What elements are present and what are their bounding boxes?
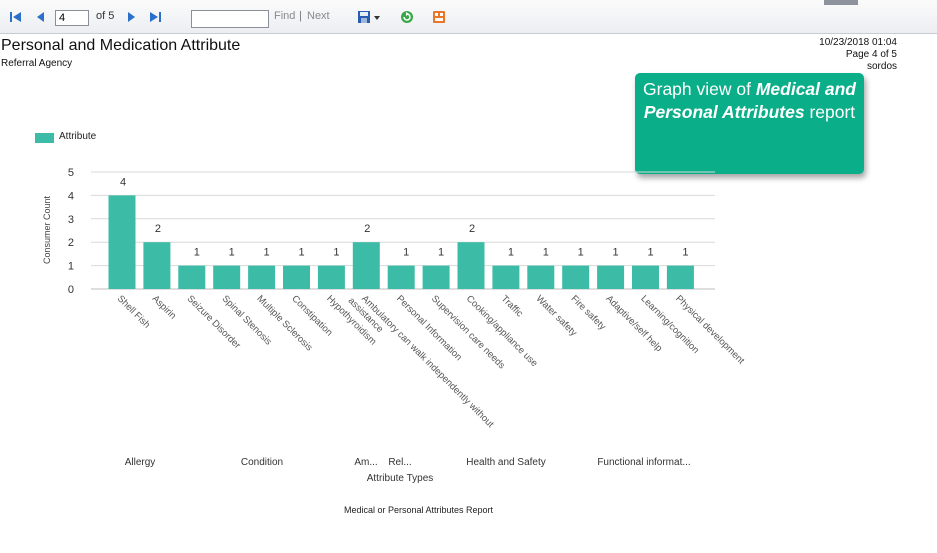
x-tick-label: Traffic [499,293,525,319]
bar-data-label: 1 [438,247,444,259]
chart-bar [248,265,276,289]
chart-bar [108,195,136,289]
y-tick-label: 1 [68,261,74,273]
y-tick-label: 0 [68,284,74,296]
category-group-label: Am... [354,457,377,468]
bar-data-label: 2 [364,223,370,235]
category-group-label: Allergy [125,457,156,468]
bar-data-label: 1 [229,247,235,259]
bar-data-label: 1 [578,247,584,259]
chart-bar [178,265,206,289]
chart-bar [283,265,310,289]
bar-data-label: 1 [264,247,270,259]
chart-bar [666,265,694,289]
bar-data-label: 1 [403,247,409,259]
bar-data-label: 1 [682,247,688,259]
chart-bar [213,265,241,289]
bar-data-label: 1 [613,247,619,259]
report-footer: Medical or Personal Attributes Report [343,505,494,515]
chart-bar [317,265,345,289]
chart-bar [387,265,415,289]
category-group-label: Condition [241,457,283,468]
x-tick-label: Aspirin [150,293,178,321]
x-tick-label: Physical development [673,293,746,366]
x-tick-label: Shell Fish [115,293,152,330]
chart-bar [457,242,485,289]
chart-bar [352,242,380,289]
bar-data-label: 4 [120,176,126,188]
bar-data-label: 2 [155,223,161,235]
bar-data-label: 1 [333,247,339,259]
y-axis-title: Consumer Count [42,195,52,264]
chart-bar [492,265,520,289]
chart-bar [597,265,625,289]
bar-data-label: 1 [543,247,549,259]
y-tick-label: 5 [68,167,74,179]
chart-bar [143,242,171,289]
bar-data-label: 1 [508,247,514,259]
bar-data-label: 1 [298,247,304,259]
y-tick-label: 2 [68,237,74,249]
x-tick-label: Personal Information [394,293,464,363]
x-axis-title: Attribute Types [367,473,434,484]
category-group-label: Rel... [388,457,411,468]
category-group-label: Health and Safety [466,457,546,468]
bar-data-label: 1 [194,247,200,259]
category-group-label: Functional informat... [597,457,690,468]
chart-bar [632,265,659,289]
y-tick-label: 3 [68,214,74,226]
bar-data-label: 1 [647,247,653,259]
bar-chart: 0 1 2 3 4 5 Consumer Count 4 2 1 1 1 1 1 2 1 1 2 1 1 1 1 1 1 She… [42,167,747,484]
chart-bar [562,265,590,289]
bar-data-label: 2 [469,223,475,235]
chart-bar [527,265,555,289]
chart-bar [422,265,450,289]
y-tick-label: 4 [68,190,74,202]
